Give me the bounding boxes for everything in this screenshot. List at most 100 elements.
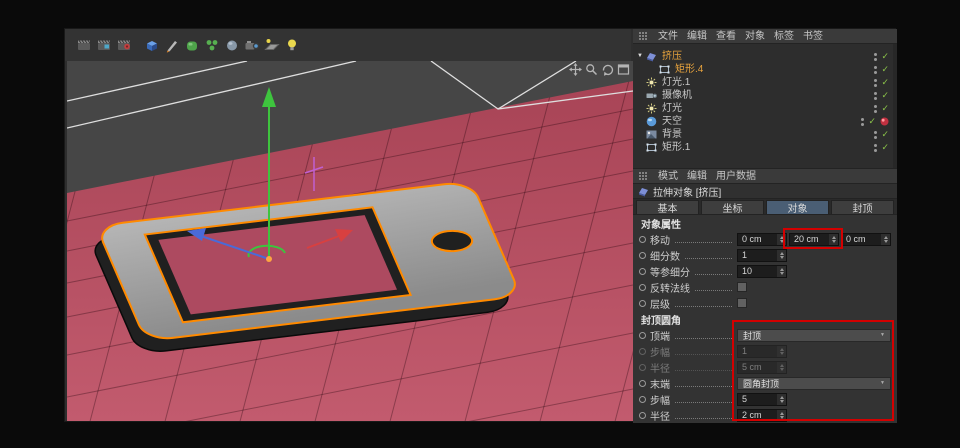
generator-button[interactable] xyxy=(183,36,201,54)
om-menu-4[interactable]: 标签 xyxy=(774,29,794,44)
am-menu-0[interactable]: 模式 xyxy=(658,169,678,184)
spinner-arrows-icon[interactable] xyxy=(777,410,786,421)
visibility-dots-icon[interactable] xyxy=(874,66,877,74)
object-tags: ✓ xyxy=(874,78,889,87)
array-button[interactable] xyxy=(203,36,221,54)
om-menu-5[interactable]: 书签 xyxy=(803,29,823,44)
value-field[interactable]: 1 xyxy=(737,345,787,358)
attr-fields: 2 cm xyxy=(737,409,891,422)
keyframe-dot-icon[interactable] xyxy=(639,380,646,387)
object-row-1[interactable]: 矩形.4✓ xyxy=(633,63,897,76)
object-tags: ✓ xyxy=(874,104,889,113)
enabled-check-icon[interactable]: ✓ xyxy=(881,104,889,113)
render-picture-viewer-button[interactable] xyxy=(95,36,113,54)
dotted-leader xyxy=(675,402,732,403)
keyframe-dot-icon[interactable] xyxy=(639,300,646,307)
value-field[interactable]: 10 xyxy=(737,265,787,278)
value-field[interactable]: 5 xyxy=(737,393,787,406)
value-field[interactable]: 0 cm xyxy=(841,233,891,246)
tab-1[interactable]: 坐标 xyxy=(701,200,764,214)
visibility-dots-icon[interactable] xyxy=(861,118,864,126)
object-row-5[interactable]: 天空✓ xyxy=(633,115,897,128)
object-row-6[interactable]: 背景✓ xyxy=(633,128,897,141)
object-row-7[interactable]: 矩形.1✓ xyxy=(633,141,897,154)
viewport-3d[interactable] xyxy=(67,61,633,421)
keyframe-dot-icon[interactable] xyxy=(639,268,646,275)
tab-3[interactable]: 封顶 xyxy=(831,200,894,214)
camera-button[interactable] xyxy=(243,36,261,54)
value-field[interactable]: 2 cm xyxy=(737,409,787,422)
pan-icon[interactable] xyxy=(569,63,582,76)
zoom-icon[interactable] xyxy=(585,63,598,76)
enabled-check-icon[interactable]: ✓ xyxy=(881,52,889,61)
om-menu-1[interactable]: 编辑 xyxy=(687,29,707,44)
spinner-arrows-icon[interactable] xyxy=(777,394,786,405)
om-menu-3[interactable]: 对象 xyxy=(745,29,765,44)
visibility-dots-icon[interactable] xyxy=(874,53,877,61)
material-tag-icon[interactable] xyxy=(880,117,889,126)
checkbox-5[interactable] xyxy=(737,298,747,308)
keyframe-dot-icon[interactable] xyxy=(639,396,646,403)
maximize-icon[interactable] xyxy=(617,63,630,76)
object-row-3[interactable]: 摄像机✓ xyxy=(633,89,897,102)
spline-pen-button[interactable] xyxy=(163,36,181,54)
attr-fields: 圆角封顶▼ xyxy=(737,377,891,390)
visibility-dots-icon[interactable] xyxy=(874,144,877,152)
spinner-arrows-icon[interactable] xyxy=(777,234,786,245)
dropdown-7[interactable]: 封顶▼ xyxy=(737,329,891,342)
keyframe-dot-icon[interactable] xyxy=(639,412,646,419)
tab-2[interactable]: 对象 xyxy=(766,200,829,214)
om-menu-0[interactable]: 文件 xyxy=(658,29,678,44)
value-field[interactable]: 20 cm xyxy=(789,233,839,246)
object-name: 灯光.1 xyxy=(662,76,690,89)
attr-row-2: 细分数1 xyxy=(633,247,897,263)
object-row-4[interactable]: 灯光✓ xyxy=(633,102,897,115)
keyframe-dot-icon[interactable] xyxy=(639,236,646,243)
spinner-arrows-icon[interactable] xyxy=(777,346,786,357)
om-menu-2[interactable]: 查看 xyxy=(716,29,736,44)
value-field[interactable]: 1 xyxy=(737,249,787,262)
spinner-arrows-icon[interactable] xyxy=(777,362,786,373)
visibility-dots-icon[interactable] xyxy=(874,105,877,113)
add-cube-button[interactable] xyxy=(143,36,161,54)
light-button[interactable] xyxy=(283,36,301,54)
spinner-arrows-icon[interactable] xyxy=(881,234,890,245)
am-menu-2[interactable]: 用户数据 xyxy=(716,169,756,184)
object-row-2[interactable]: 灯光.1 ✓ xyxy=(633,76,897,89)
expand-arrow-icon[interactable]: ▼ xyxy=(637,50,646,63)
keyframe-dot-icon[interactable] xyxy=(639,348,646,355)
spinner-arrows-icon[interactable] xyxy=(777,250,786,261)
visibility-dots-icon[interactable] xyxy=(874,131,877,139)
keyframe-dot-icon[interactable] xyxy=(639,284,646,291)
gizmo-center[interactable] xyxy=(266,256,272,262)
enabled-check-icon[interactable]: ✓ xyxy=(868,117,876,126)
object-manager-menubar: 文件编辑查看对象标签书签 xyxy=(633,29,897,44)
object-row-0[interactable]: ▼挤压✓ xyxy=(633,50,897,63)
dropdown-10[interactable]: 圆角封顶▼ xyxy=(737,377,891,390)
environment-button[interactable] xyxy=(263,36,281,54)
enabled-check-icon[interactable]: ✓ xyxy=(881,65,889,74)
rotate-icon[interactable] xyxy=(601,63,614,76)
enabled-check-icon[interactable]: ✓ xyxy=(881,130,889,139)
visibility-dots-icon[interactable] xyxy=(874,92,877,100)
enabled-check-icon[interactable]: ✓ xyxy=(881,143,889,152)
spinner-arrows-icon[interactable] xyxy=(829,234,838,245)
keyframe-dot-icon[interactable] xyxy=(639,332,646,339)
spinner-arrows-icon[interactable] xyxy=(777,266,786,277)
dotted-leader xyxy=(675,386,732,387)
tab-0[interactable]: 基本 xyxy=(636,200,699,214)
value-field[interactable]: 0 cm xyxy=(737,233,787,246)
attr-label: 移动 xyxy=(650,232,670,247)
keyframe-dot-icon[interactable] xyxy=(639,364,646,371)
attr-fields: 1 xyxy=(737,249,891,262)
value-field[interactable]: 5 cm xyxy=(737,361,787,374)
checkbox-4[interactable] xyxy=(737,282,747,292)
am-menu-1[interactable]: 编辑 xyxy=(687,169,707,184)
visibility-dots-icon[interactable] xyxy=(874,79,877,87)
simulation-button[interactable] xyxy=(223,36,241,54)
enabled-check-icon[interactable]: ✓ xyxy=(881,91,889,100)
keyframe-dot-icon[interactable] xyxy=(639,252,646,259)
render-settings-button[interactable] xyxy=(115,36,133,54)
enabled-check-icon[interactable]: ✓ xyxy=(881,78,889,87)
render-view-button[interactable] xyxy=(75,36,93,54)
